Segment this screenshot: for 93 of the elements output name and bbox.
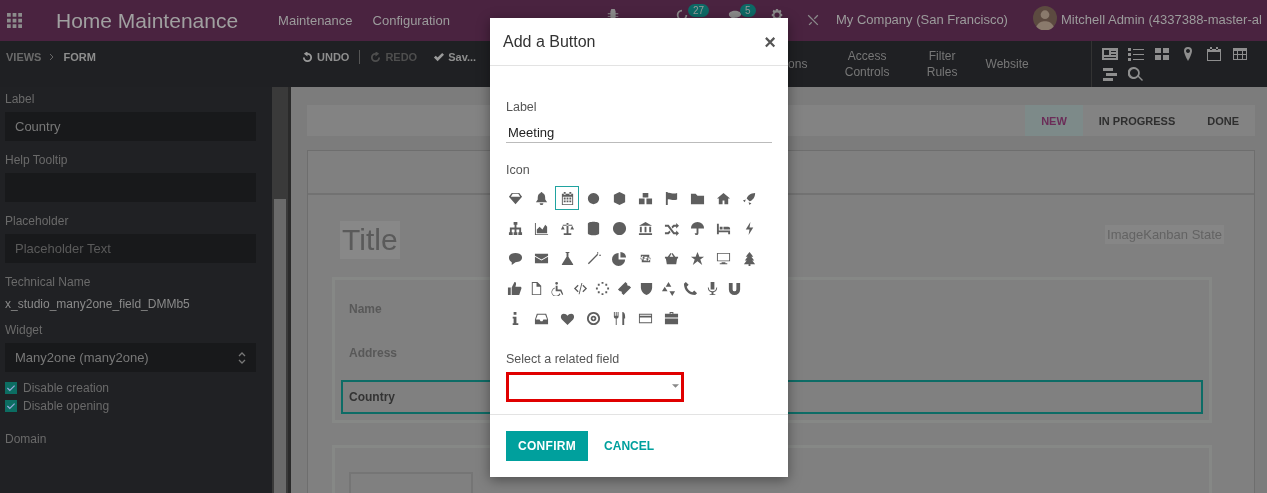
studio-menu-item[interactable]: ons — [788, 56, 819, 72]
star-icon — [689, 250, 705, 266]
fork-knife-icon — [611, 310, 627, 326]
save-button[interactable]: Sav... — [433, 51, 477, 63]
tools-icon[interactable] — [806, 13, 820, 27]
field-label: Label — [506, 100, 538, 114]
flag-icon — [663, 190, 679, 206]
breadcrumb: FORM — [63, 51, 96, 63]
icon-option[interactable] — [555, 186, 579, 210]
activity-count-badge: 27 — [688, 4, 710, 17]
home-icon — [715, 190, 731, 206]
form-view-icon[interactable] — [1102, 47, 1118, 61]
undo-button[interactable]: UNDO — [302, 51, 350, 63]
caret-icon — [672, 384, 679, 388]
cancel-button[interactable]: CANCEL — [604, 439, 655, 453]
dialog-title: Add a Button — [503, 32, 596, 51]
shuffle-icon — [663, 220, 679, 236]
stage-button[interactable]: IN PROGRESS — [1082, 105, 1192, 136]
code-icon — [572, 280, 588, 296]
checkbox-label: Disable opening — [23, 399, 110, 413]
calendar-view-icon[interactable] — [1206, 47, 1222, 61]
stage-button[interactable]: NEW — [1025, 105, 1083, 136]
text-field[interactable]: Placeholder Text — [5, 234, 256, 263]
wheelchair-icon — [550, 280, 566, 296]
bullseye-icon — [585, 310, 601, 326]
undo-icon — [302, 51, 313, 63]
kanban-view-icon[interactable] — [1154, 47, 1170, 61]
area-chart-icon — [533, 220, 549, 236]
studio-menu-item[interactable]: Filter Rules — [912, 48, 973, 80]
umbrella-icon — [689, 220, 705, 236]
apps-menu-icon[interactable] — [7, 13, 22, 28]
table-view-icon[interactable] — [1232, 47, 1248, 61]
pie-chart-icon — [611, 250, 627, 266]
field-label: Technical Name — [5, 275, 92, 289]
shield-icon — [638, 280, 654, 296]
speech-bubble-icon — [507, 250, 523, 266]
scale-icon — [559, 220, 575, 236]
tree-icon — [741, 250, 757, 266]
technical-name: x_studio_many2one_field_DMMb5 — [5, 297, 191, 311]
app-title: Home Maintenance — [56, 8, 239, 33]
field-label: Label — [5, 92, 36, 106]
checkmark-icon — [433, 51, 445, 63]
rocket-icon — [741, 190, 757, 206]
nav-menu-item[interactable]: Maintenance — [278, 13, 353, 28]
checkbox[interactable] — [5, 382, 17, 394]
message-count-badge: 5 — [740, 4, 756, 17]
phone-icon — [682, 280, 698, 296]
form-field-label[interactable]: Country — [349, 390, 395, 404]
stage-button[interactable]: DONE — [1191, 105, 1255, 136]
spinner-icon — [594, 280, 610, 296]
checkbox[interactable] — [5, 400, 17, 412]
chevron-icon — [49, 53, 56, 61]
database-icon — [585, 220, 601, 236]
field-label: Icon — [506, 163, 531, 177]
nav-menu-item[interactable]: Configuration — [372, 13, 450, 28]
magic-wand-icon — [585, 250, 601, 266]
updown-caret-icon — [238, 351, 246, 364]
scrollbar[interactable] — [272, 87, 288, 493]
magnet-icon — [726, 280, 742, 296]
field-label: Select a related field — [506, 352, 621, 366]
related-field-select[interactable] — [506, 372, 684, 402]
bell-icon — [533, 190, 549, 206]
basket-icon — [663, 250, 679, 266]
user-avatar[interactable] — [1033, 6, 1057, 30]
studio-menu-item[interactable]: Access Controls — [832, 48, 903, 80]
close-button[interactable]: × — [764, 31, 776, 52]
field-label: Domain — [5, 432, 48, 446]
field-label: Help Tooltip — [5, 153, 69, 167]
breadcrumb[interactable]: VIEWS — [6, 51, 42, 63]
diamond-icon — [507, 190, 523, 206]
gantt-view-icon[interactable] — [1102, 67, 1118, 81]
company-switcher[interactable]: My Company (San Francisco) — [836, 12, 1008, 27]
user-menu[interactable]: Mitchell Admin (4337388-master-al — [1061, 12, 1262, 27]
studio-menu-item[interactable]: Website — [972, 56, 1043, 72]
flask-icon — [559, 250, 575, 266]
cubes-icon — [637, 190, 653, 206]
thumbs-up-icon — [506, 280, 522, 296]
checkbox-label: Disable creation — [23, 381, 110, 395]
calendar-icon — [559, 190, 575, 206]
sitemap-icon — [507, 220, 523, 236]
widget-select[interactable]: Many2one (many2one) — [5, 343, 256, 372]
search-icon[interactable] — [1128, 67, 1144, 81]
text-field[interactable]: Country — [5, 112, 256, 141]
briefcase-icon — [663, 310, 679, 326]
confirm-button[interactable]: CONFIRM — [506, 431, 589, 461]
cube-icon — [611, 190, 627, 206]
list-view-icon[interactable] — [1128, 47, 1144, 61]
monitor-icon — [715, 250, 731, 266]
field-label: Placeholder — [5, 214, 70, 228]
field-label: Widget — [5, 323, 44, 337]
ticket-icon — [616, 280, 632, 296]
bank-icon — [637, 220, 653, 236]
redo-icon — [370, 51, 382, 63]
